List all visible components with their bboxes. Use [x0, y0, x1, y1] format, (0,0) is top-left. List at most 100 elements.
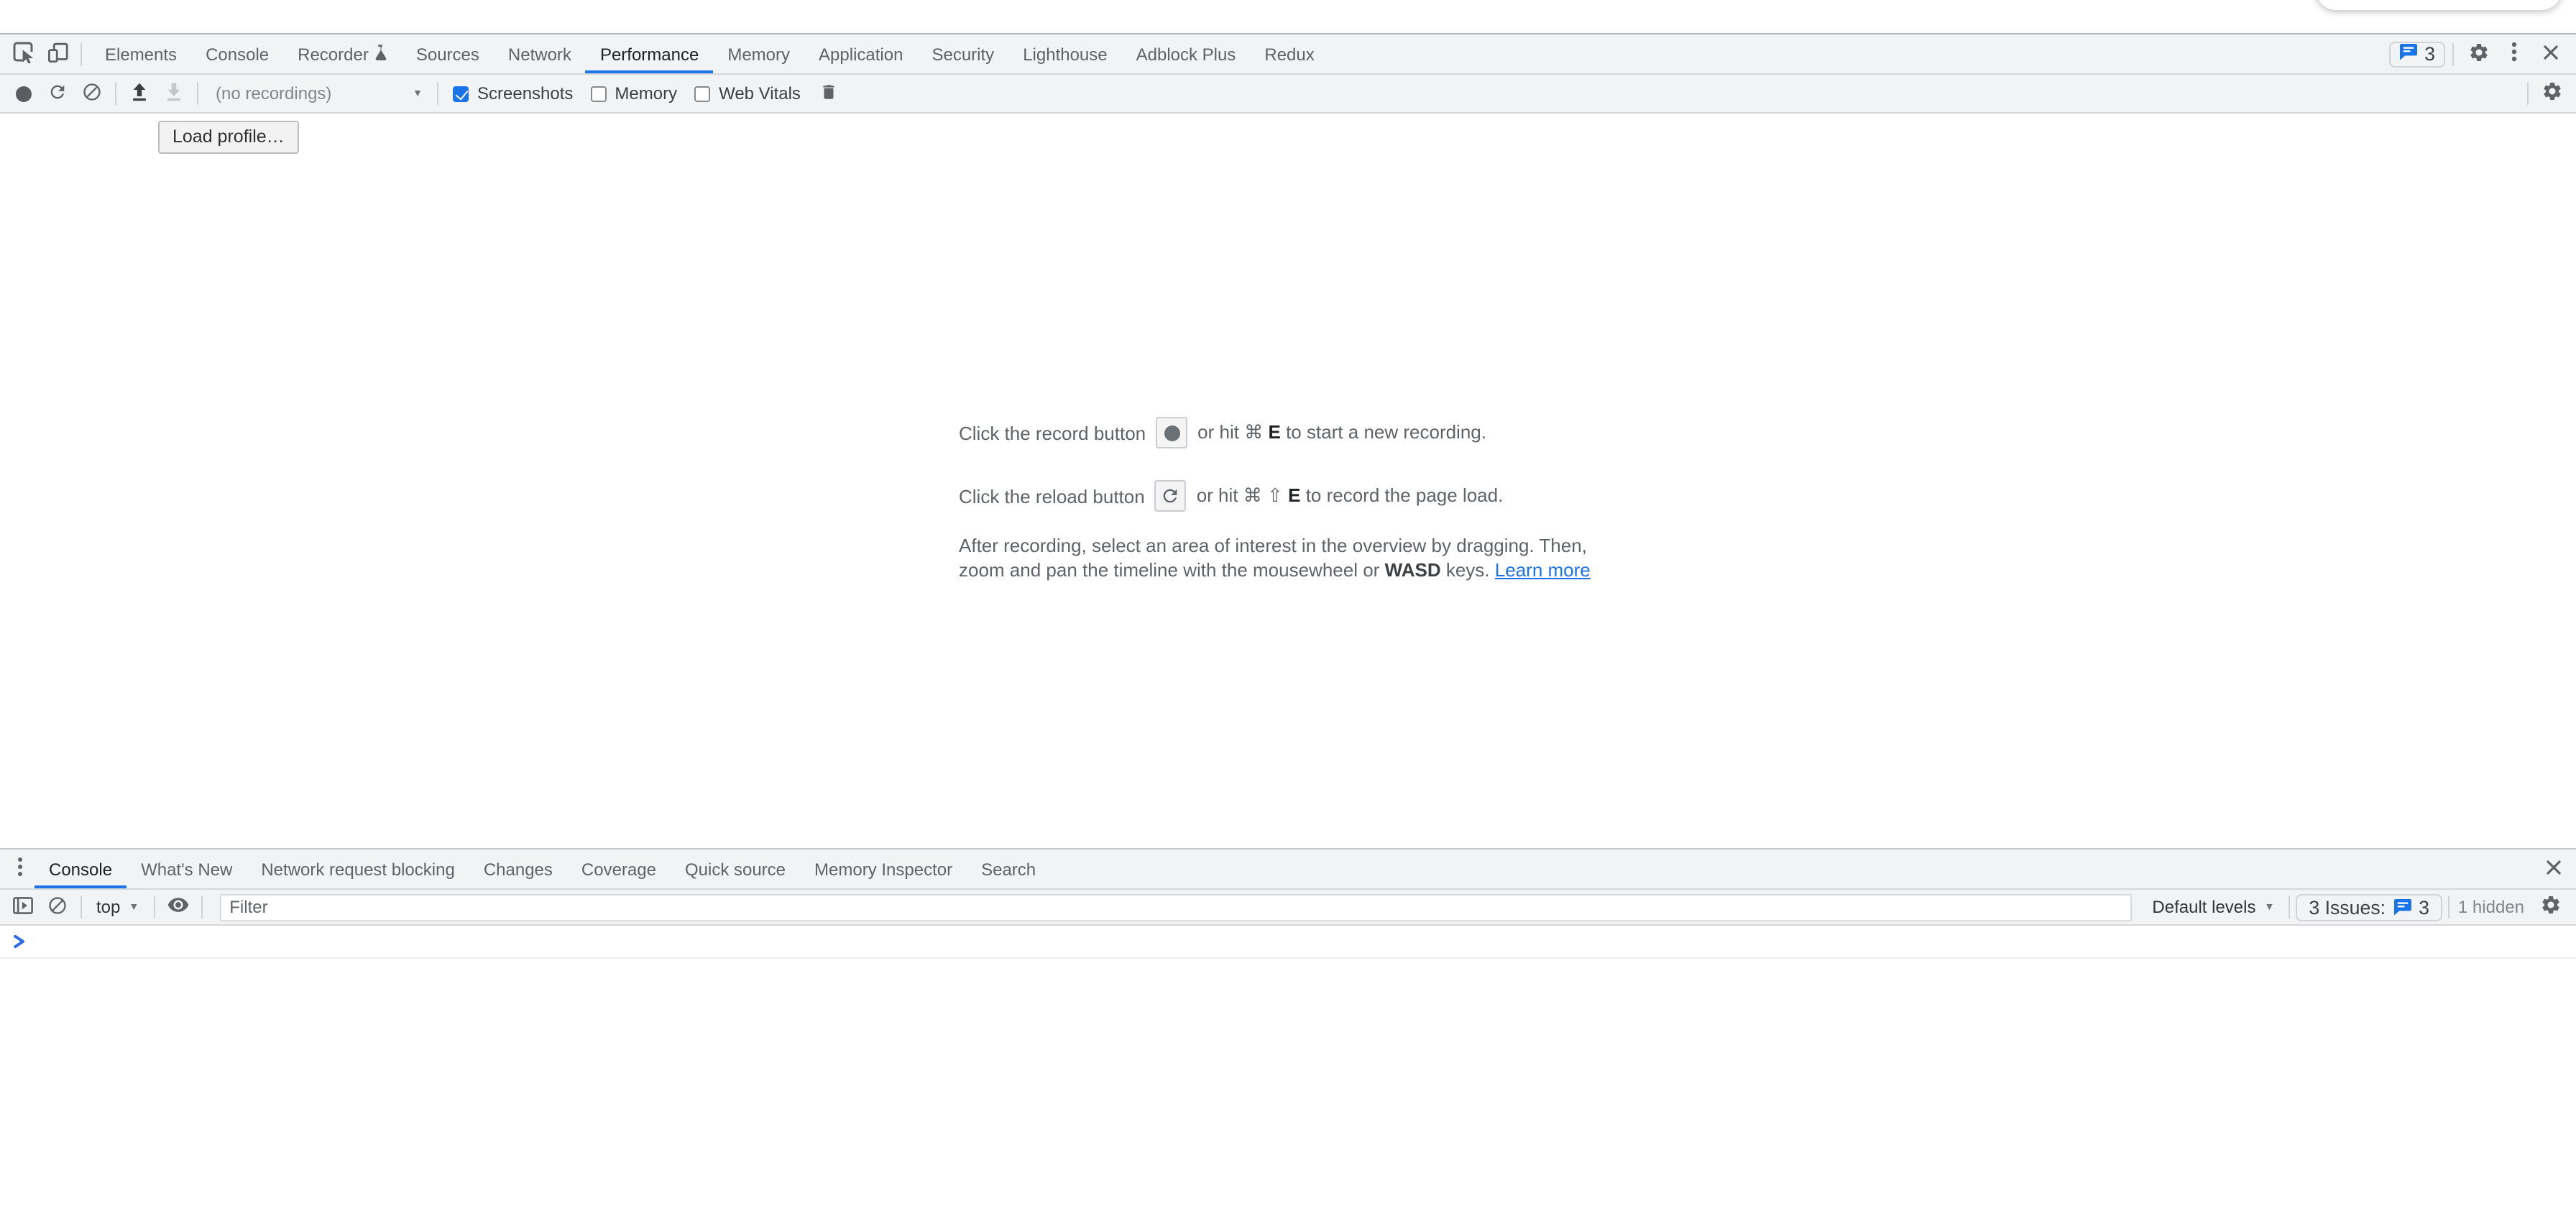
drawer-tab-network-request-blocking[interactable]: Network request blocking	[247, 850, 469, 888]
tab-memory[interactable]: Memory	[713, 34, 804, 73]
dropdown-caret-icon: ▼	[2265, 902, 2275, 912]
record-button-illustration[interactable]	[1156, 417, 1187, 448]
capture-settings-button[interactable]	[2534, 76, 2569, 111]
gear-icon	[2467, 41, 2489, 67]
record-button[interactable]	[6, 76, 40, 111]
drawer-tab-memory-inspector[interactable]: Memory Inspector	[800, 850, 967, 888]
block-icon	[47, 895, 68, 919]
close-icon	[2542, 43, 2558, 65]
close-icon	[2545, 858, 2561, 880]
browser-popup-fragment	[2316, 0, 2562, 10]
device-toolbar-toggle[interactable]	[40, 37, 75, 71]
console-toolbar: top ▼ Default levels ▼ 3 Issues:	[0, 890, 2576, 926]
clear-console-button[interactable]	[40, 890, 75, 924]
cmd-key-symbol: ⌘	[1243, 484, 1262, 506]
tab-network[interactable]: Network	[494, 34, 586, 73]
tab-performance[interactable]: Performance	[586, 34, 713, 73]
tab-recorder[interactable]: Recorder	[283, 34, 402, 73]
more-options-button[interactable]	[2497, 37, 2531, 71]
tab-console[interactable]: Console	[191, 34, 283, 73]
shortcut-key: E	[1268, 421, 1280, 443]
tab-adblock-plus[interactable]: Adblock Plus	[1122, 34, 1251, 73]
drawer-more-tools-button[interactable]	[6, 852, 34, 886]
learn-more-link[interactable]: Learn more	[1495, 559, 1591, 581]
divider	[80, 42, 82, 65]
console-context-select[interactable]: top ▼	[88, 897, 147, 917]
upload-arrow-icon	[129, 81, 150, 106]
garbage-collect-button[interactable]	[812, 76, 847, 111]
drawer-tab-console[interactable]: Console	[34, 850, 126, 888]
divider	[197, 82, 198, 105]
eye-icon	[166, 896, 189, 919]
block-icon	[82, 81, 102, 106]
memory-checkbox[interactable]	[590, 86, 606, 101]
drawer: Console What's New Network request block…	[0, 848, 2576, 1206]
web-vitals-checkbox[interactable]	[694, 86, 710, 101]
hidden-messages-label: 1 hidden	[2458, 897, 2524, 917]
issues-chat-icon	[2393, 898, 2411, 916]
issues-counter-button[interactable]: 3	[2388, 41, 2445, 67]
drawer-tab-whats-new[interactable]: What's New	[126, 850, 247, 888]
tab-security[interactable]: Security	[917, 34, 1008, 73]
performance-toolbar: (no recordings) ▼ Screenshots Memory Web…	[0, 75, 2576, 114]
console-prompt[interactable]	[0, 926, 2576, 959]
log-levels-select[interactable]: Default levels ▼	[2143, 897, 2283, 917]
record-instruction-line: Click the record button or hit ⌘ E to st…	[959, 414, 1617, 451]
devtools-tabbar: Elements Console Recorder Sources Networ…	[0, 34, 2576, 75]
after-recording-paragraph: After recording, select an area of inter…	[959, 533, 1617, 582]
reload-icon	[1161, 486, 1181, 506]
page-area	[0, 0, 2576, 33]
gear-icon	[2541, 80, 2562, 106]
console-sidebar-toggle[interactable]	[6, 890, 40, 924]
drawer-tab-search[interactable]: Search	[967, 850, 1050, 888]
divider	[2452, 42, 2454, 65]
create-live-expression-button[interactable]	[160, 890, 195, 924]
divider	[2448, 896, 2450, 919]
record-icon	[1164, 425, 1179, 441]
experiment-flask-icon	[374, 43, 387, 65]
download-arrow-icon	[164, 81, 184, 106]
performance-empty-state: Click the record button or hit ⌘ E to st…	[959, 414, 1617, 582]
screenshots-checkbox[interactable]	[453, 86, 469, 101]
load-profile-button[interactable]	[122, 76, 157, 111]
tab-elements[interactable]: Elements	[91, 34, 191, 73]
divider	[153, 896, 155, 919]
tab-redux[interactable]: Redux	[1250, 34, 1328, 73]
close-devtools-button[interactable]	[2533, 37, 2567, 71]
drawer-tabbar: Console What's New Network request block…	[0, 850, 2576, 890]
performance-panel-body: Load profile… Click the record button or…	[0, 114, 2576, 848]
inspect-cursor-icon	[12, 41, 34, 67]
console-issues-button[interactable]: 3 Issues: 3	[2296, 893, 2442, 921]
dropdown-caret-icon: ▼	[129, 902, 139, 912]
clear-button[interactable]	[75, 76, 109, 111]
divider	[201, 896, 202, 919]
tab-application[interactable]: Application	[804, 34, 917, 73]
drawer-tab-quick-source[interactable]: Quick source	[671, 850, 800, 888]
divider	[80, 896, 82, 919]
console-sidebar-icon	[13, 896, 33, 918]
console-settings-button[interactable]	[2533, 890, 2567, 924]
settings-button[interactable]	[2461, 37, 2496, 71]
console-messages-area[interactable]	[0, 926, 2576, 1206]
record-icon	[15, 86, 31, 101]
drawer-tab-changes[interactable]: Changes	[469, 850, 567, 888]
reload-and-record-button[interactable]	[40, 76, 75, 111]
trash-icon	[820, 81, 839, 106]
reload-button-illustration[interactable]	[1155, 480, 1187, 512]
recordings-select[interactable]: (no recordings) ▼	[204, 75, 431, 112]
tab-lighthouse[interactable]: Lighthouse	[1008, 34, 1121, 73]
inspect-element-button[interactable]	[6, 37, 40, 71]
devtools-panel: Elements Console Recorder Sources Networ…	[0, 33, 2576, 1206]
save-profile-button[interactable]	[157, 76, 191, 111]
console-filter-input[interactable]	[219, 893, 2132, 921]
close-drawer-button[interactable]	[2539, 852, 2567, 886]
drawer-tab-coverage[interactable]: Coverage	[567, 850, 671, 888]
devtools-window: Elements Console Recorder Sources Networ…	[0, 0, 2576, 1206]
load-profile-tooltip: Load profile…	[158, 121, 299, 154]
divider	[2527, 82, 2529, 105]
shift-key-symbol: ⇧	[1267, 484, 1283, 506]
tab-sources[interactable]: Sources	[402, 34, 494, 73]
console-prompt-chevron-icon	[13, 934, 26, 949]
tabbar-right-controls: 3	[2388, 37, 2576, 71]
wasd-keys-label: WASD	[1385, 559, 1441, 581]
